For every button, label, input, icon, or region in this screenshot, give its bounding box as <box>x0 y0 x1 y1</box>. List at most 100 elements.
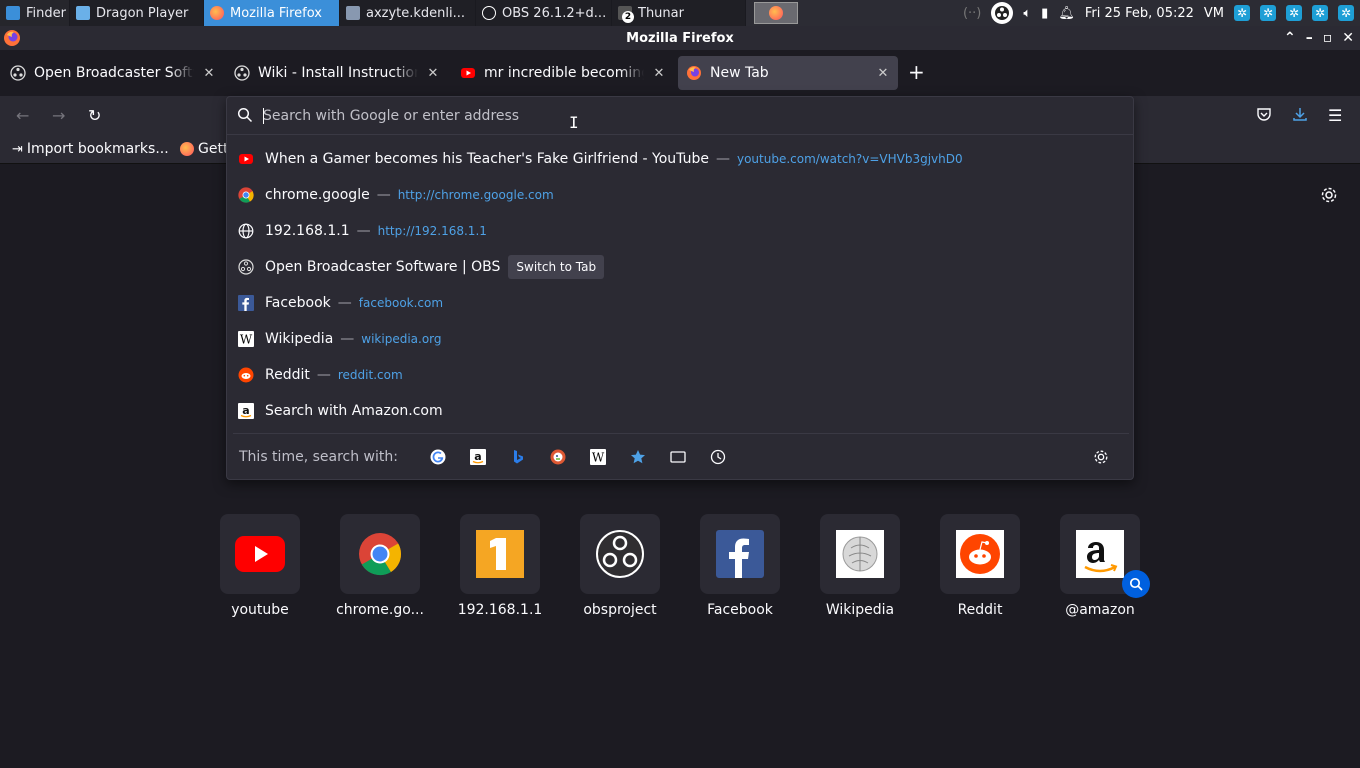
taskbar-item-finder[interactable]: Finder <box>0 0 70 26</box>
top-site-reddit[interactable]: Reddit <box>932 514 1028 618</box>
window-title: Mozilla Firefox <box>626 30 734 46</box>
result-title: Facebook <box>265 295 331 311</box>
tab-label: mr incredible becoming uncanny <box>484 65 644 81</box>
tray-gear-icon[interactable]: ✲ <box>1260 5 1276 21</box>
svg-text:a: a <box>242 404 249 417</box>
tray-gear-icon[interactable]: ✲ <box>1234 5 1250 21</box>
tab-label: Wiki - Install Instructions <box>258 65 418 81</box>
bing-icon[interactable] <box>498 441 538 473</box>
tray-gear-icon[interactable]: ✲ <box>1286 5 1302 21</box>
tab-obs[interactable]: Open Broadcaster Software | OBS ✕ <box>2 56 224 90</box>
bookmark-import[interactable]: ⇥ Import bookmarks... <box>12 141 169 157</box>
top-site-obsproject[interactable]: obsproject <box>572 514 668 618</box>
wikipedia-icon <box>836 530 884 578</box>
newtab-settings-gear-icon[interactable] <box>1320 186 1338 208</box>
top-site-chrome[interactable]: chrome.go... <box>332 514 428 618</box>
search-shortcut-badge <box>1122 570 1150 598</box>
close-icon[interactable]: ✕ <box>202 66 216 81</box>
tab-wiki-install[interactable]: Wiki - Install Instructions ✕ <box>226 56 448 90</box>
maximize-icon[interactable]: ▫ <box>1323 30 1333 46</box>
result-row-youtube-video[interactable]: When a Gamer becomes his Teacher's Fake … <box>233 142 1129 176</box>
volume-icon[interactable]: 🔈︎ <box>1023 6 1031 21</box>
new-tab-button[interactable]: + <box>908 62 925 82</box>
close-icon[interactable]: ✕ <box>426 66 440 81</box>
top-site-192-168-1-1[interactable]: 192.168.1.1 <box>452 514 548 618</box>
firefox-icon <box>769 6 783 20</box>
close-icon[interactable]: ✕ <box>652 66 666 81</box>
obs-icon <box>238 259 254 275</box>
taskbar-item-thunar[interactable]: 2 Thunar <box>612 0 746 26</box>
history-icon[interactable] <box>698 441 738 473</box>
result-row-facebook[interactable]: Facebook — facebook.com <box>233 286 1129 320</box>
hamburger-menu-icon[interactable]: ☰ <box>1328 106 1342 125</box>
close-icon[interactable]: ✕ <box>876 66 890 81</box>
tray-gear-icon[interactable]: ✲ <box>1338 5 1354 21</box>
back-arrow-icon[interactable]: ← <box>16 106 29 125</box>
result-separator: — <box>715 151 730 167</box>
tab-label: New Tab <box>710 65 769 81</box>
taskbar-item-obs[interactable]: OBS 26.1.2+d... <box>476 0 612 26</box>
number-one-icon <box>476 530 524 578</box>
tray-gear-icon[interactable]: ✲ <box>1312 5 1328 21</box>
forward-arrow-icon[interactable]: → <box>52 106 65 125</box>
wikipedia-icon[interactable]: W <box>578 441 618 473</box>
tab-youtube[interactable]: mr incredible becoming uncanny ✕ <box>452 56 674 90</box>
network-icon[interactable]: (··) <box>963 6 981 21</box>
amazon-icon <box>1076 530 1124 578</box>
close-icon[interactable]: ✕ <box>1342 30 1354 46</box>
result-row-192-168-1-1[interactable]: 192.168.1.1 — http://192.168.1.1 <box>233 214 1129 248</box>
result-title: Open Broadcaster Software | OBS <box>265 259 501 275</box>
system-clock[interactable]: Fri 25 Feb, 05:22 <box>1085 6 1194 21</box>
urlbar: I <box>227 97 1133 135</box>
result-title: Reddit <box>265 367 310 383</box>
minimize-icon[interactable]: – <box>1306 30 1313 46</box>
kdenlive-icon <box>346 6 360 20</box>
result-row-obs-open-tab[interactable]: Open Broadcaster Software | OBS Switch t… <box>233 250 1129 284</box>
pocket-icon[interactable] <box>1256 106 1272 126</box>
mouse-ibeam-cursor-icon: I <box>569 113 579 132</box>
tab-new-tab[interactable]: New Tab ✕ <box>678 56 898 90</box>
url-input[interactable] <box>263 103 1123 129</box>
firefox-icon <box>180 142 194 156</box>
top-site-tile[interactable] <box>340 514 420 594</box>
google-icon[interactable] <box>418 441 458 473</box>
bookmark-label: Import bookmarks... <box>26 141 169 157</box>
tabs-icon[interactable] <box>658 441 698 473</box>
top-site-tile[interactable] <box>460 514 540 594</box>
battery-icon[interactable]: ▮ <box>1041 6 1048 21</box>
top-site-youtube[interactable]: youtube <box>212 514 308 618</box>
taskbar-firefox-launcher[interactable] <box>754 2 798 24</box>
downloads-icon[interactable] <box>1292 106 1308 126</box>
notification-bell-icon[interactable]: 🔔︎ <box>1058 6 1075 21</box>
top-site-facebook[interactable]: Facebook <box>692 514 788 618</box>
top-site-tile[interactable] <box>700 514 780 594</box>
top-site-tile[interactable] <box>580 514 660 594</box>
top-site-amazon[interactable]: @amazon <box>1052 514 1150 618</box>
search-settings-gear-icon[interactable] <box>1081 441 1121 473</box>
result-title: Wikipedia <box>265 331 334 347</box>
top-site-tile[interactable] <box>1060 514 1150 598</box>
amazon-icon[interactable]: a <box>458 441 498 473</box>
svg-text:W: W <box>592 450 605 464</box>
taskbar-item-kdenlive[interactable]: axzyte.kdenli... <box>340 0 476 26</box>
top-site-tile[interactable] <box>220 514 300 594</box>
taskbar-item-dragon-player[interactable]: Dragon Player <box>70 0 204 26</box>
top-site-tile[interactable] <box>820 514 900 594</box>
obs-tray-icon[interactable] <box>991 2 1014 24</box>
result-row-chrome-google[interactable]: chrome.google — http://chrome.google.com <box>233 178 1129 212</box>
duckduckgo-icon[interactable] <box>538 441 578 473</box>
result-row-reddit[interactable]: Reddit — reddit.com <box>233 358 1129 392</box>
top-site-wikipedia[interactable]: Wikipedia <box>812 514 908 618</box>
result-row-search-amazon[interactable]: a Search with Amazon.com <box>233 394 1129 428</box>
bookmarks-star-icon[interactable] <box>618 441 658 473</box>
taskbar-item-label: OBS 26.1.2+d... <box>502 5 607 21</box>
chevron-up-icon[interactable]: ⌃ <box>1284 30 1296 46</box>
result-separator: — <box>376 187 391 203</box>
reload-icon[interactable]: ↻ <box>88 106 101 125</box>
obs-icon <box>10 65 26 81</box>
top-site-tile[interactable] <box>940 514 1020 594</box>
taskbar-item-label: Thunar <box>638 5 684 21</box>
switch-to-tab-button[interactable]: Switch to Tab <box>508 255 605 279</box>
taskbar-item-firefox[interactable]: Mozilla Firefox <box>204 0 340 26</box>
result-row-wikipedia[interactable]: W Wikipedia — wikipedia.org <box>233 322 1129 356</box>
